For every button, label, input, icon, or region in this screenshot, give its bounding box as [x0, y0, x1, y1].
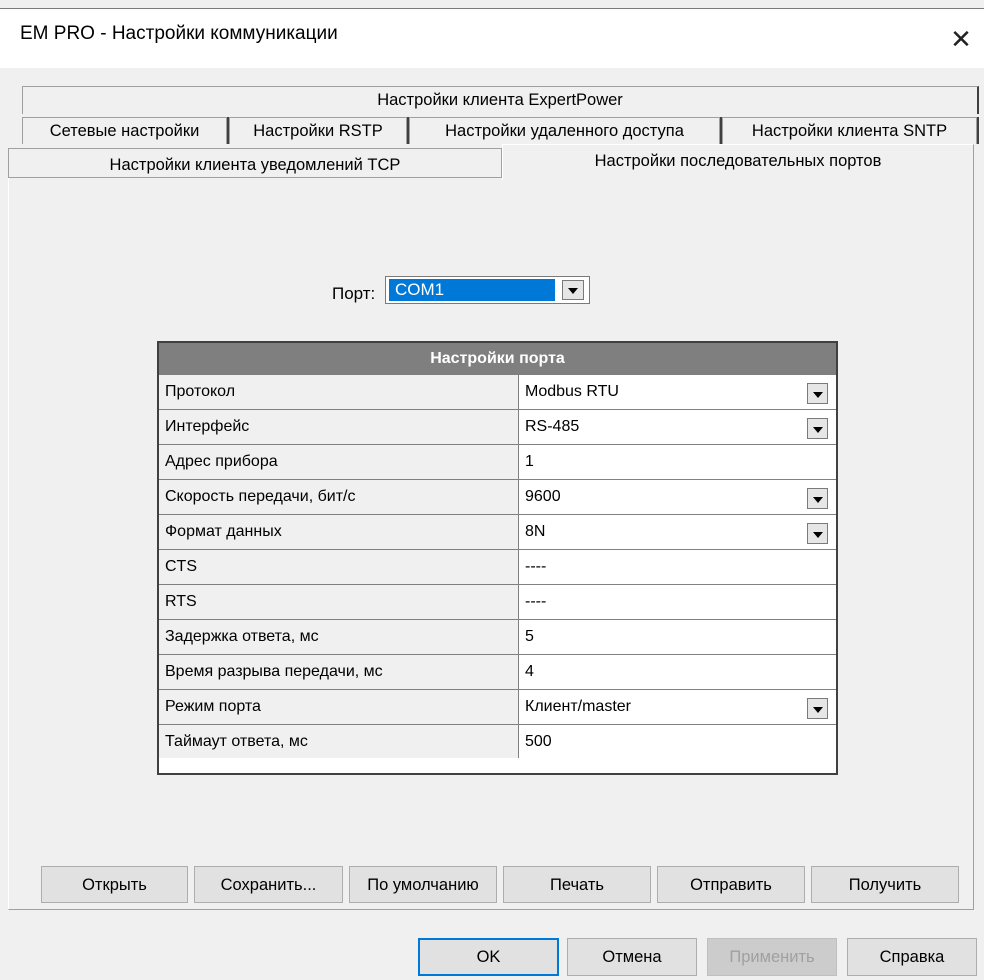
port-mode-select[interactable]: Клиент/master: [519, 690, 836, 725]
port-label: Порт:: [332, 284, 376, 303]
rts-field[interactable]: ----: [519, 585, 836, 620]
response-timeout-field[interactable]: 500: [519, 725, 836, 758]
grid-row-label: CTS: [159, 550, 519, 585]
grid-row-label: Интерфейс: [159, 410, 519, 445]
grid-row-response-timeout: Таймаут ответа, мс 500: [159, 725, 836, 773]
grid-row-label: Формат данных: [159, 515, 519, 550]
data-format-select[interactable]: 8N: [519, 515, 836, 550]
chevron-down-icon[interactable]: [807, 488, 828, 509]
device-address-field[interactable]: 1: [519, 445, 836, 480]
chevron-down-icon[interactable]: [807, 698, 828, 719]
tab-sntp-client[interactable]: Настройки клиента SNTP: [722, 117, 977, 144]
apply-button[interactable]: Применить: [707, 938, 837, 976]
grid-row-protocol: Протокол Modbus RTU: [159, 375, 836, 410]
tab-divider: [977, 117, 979, 144]
tab-tcp-notification-client[interactable]: Настройки клиента уведомлений TCP: [8, 148, 502, 178]
cts-field[interactable]: ----: [519, 550, 836, 585]
tab-serial-ports-settings[interactable]: Настройки последовательных портов: [502, 144, 974, 180]
tab-expertpower-client[interactable]: Настройки клиента ExpertPower: [22, 86, 979, 114]
tab-rstp-settings[interactable]: Настройки RSTP: [229, 117, 407, 144]
grid-row-label: Задержка ответа, мс: [159, 620, 519, 655]
grid-row-rts: RTS ----: [159, 585, 836, 620]
grid-row-label: Протокол: [159, 375, 519, 410]
grid-row-response-delay: Задержка ответа, мс 5: [159, 620, 836, 655]
cancel-button[interactable]: Отмена: [567, 938, 697, 976]
chevron-down-icon[interactable]: [807, 418, 828, 439]
grid-row-break-time: Время разрыва передачи, мс 4: [159, 655, 836, 690]
defaults-button[interactable]: По умолчанию: [349, 866, 497, 903]
grid-row-label: Таймаут ответа, мс: [159, 725, 519, 758]
port-select[interactable]: COM1: [385, 276, 590, 304]
chevron-down-icon[interactable]: [807, 383, 828, 404]
grid-row-device-address: Адрес прибора 1: [159, 445, 836, 480]
port-settings-grid: Настройки порта Протокол Modbus RTU Инте…: [157, 341, 838, 775]
send-button[interactable]: Отправить: [657, 866, 805, 903]
grid-row-label: Время разрыва передачи, мс: [159, 655, 519, 690]
grid-row-interface: Интерфейс RS-485: [159, 410, 836, 445]
chevron-down-icon[interactable]: [562, 280, 584, 300]
print-button[interactable]: Печать: [503, 866, 651, 903]
tab-network-settings[interactable]: Сетевые настройки: [22, 117, 227, 144]
interface-select[interactable]: RS-485: [519, 410, 836, 445]
grid-row-label: Скорость передачи, бит/с: [159, 480, 519, 515]
grid-row-cts: CTS ----: [159, 550, 836, 585]
ok-button[interactable]: OK: [418, 938, 559, 976]
response-delay-field[interactable]: 5: [519, 620, 836, 655]
port-select-value: COM1: [389, 279, 555, 301]
tab-remote-access-settings[interactable]: Настройки удаленного доступа: [409, 117, 720, 144]
receive-button[interactable]: Получить: [811, 866, 959, 903]
help-button[interactable]: Справка: [847, 938, 977, 976]
grid-row-baud-rate: Скорость передачи, бит/с 9600: [159, 480, 836, 515]
chevron-down-icon[interactable]: [807, 523, 828, 544]
window-title: EM PRO - Настройки коммуникации: [20, 23, 338, 44]
grid-row-label: Адрес прибора: [159, 445, 519, 480]
grid-row-data-format: Формат данных 8N: [159, 515, 836, 550]
open-button[interactable]: Открыть: [41, 866, 188, 903]
grid-row-label: RTS: [159, 585, 519, 620]
grid-header: Настройки порта: [159, 343, 836, 375]
break-time-field[interactable]: 4: [519, 655, 836, 690]
protocol-select[interactable]: Modbus RTU: [519, 375, 836, 410]
grid-row-port-mode: Режим порта Клиент/master: [159, 690, 836, 725]
save-button[interactable]: Сохранить...: [194, 866, 343, 903]
baud-rate-select[interactable]: 9600: [519, 480, 836, 515]
close-icon[interactable]: ✕: [938, 9, 984, 68]
grid-row-label: Режим порта: [159, 690, 519, 725]
